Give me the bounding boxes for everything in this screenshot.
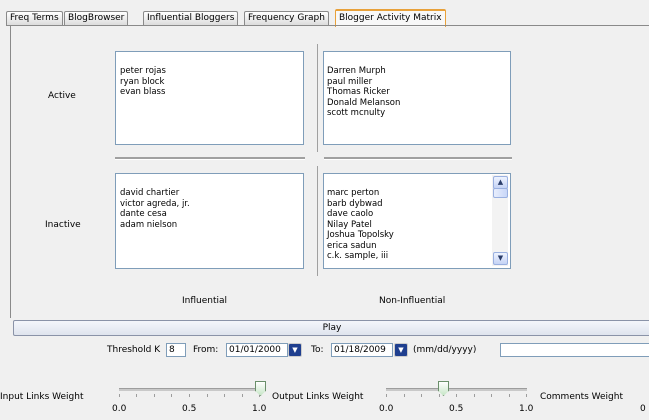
tab-freq-terms[interactable]: Freq Terms xyxy=(6,11,63,25)
play-button[interactable]: Play xyxy=(13,320,649,336)
list-item[interactable]: c.k. sample, iii xyxy=(327,251,510,262)
comments-weight-label: Comments Weight xyxy=(540,392,623,402)
output-links-weight-label: Output Links Weight xyxy=(272,392,364,402)
slider-tick-label: 0.5 xyxy=(449,404,464,414)
input-links-weight-slider-thumb[interactable] xyxy=(255,381,266,396)
vertical-separator-bottom xyxy=(317,166,318,276)
slider-tick-label: 0 xyxy=(640,404,646,414)
inactive-influential-list[interactable]: david chartier victor agreda, jr. dante … xyxy=(115,173,304,269)
list-item[interactable]: marc perton xyxy=(327,188,510,199)
column-label-influential: Influential xyxy=(182,296,228,306)
row-label-inactive: Inactive xyxy=(45,220,81,230)
threshold-input[interactable]: 8 xyxy=(166,343,186,357)
list-item[interactable]: Darren Murph xyxy=(327,66,510,77)
slider-tick xyxy=(119,394,120,397)
list-item[interactable]: erica sadun xyxy=(327,241,510,252)
list-item[interactable]: evan blass xyxy=(120,87,303,98)
list-item[interactable]: ryan block xyxy=(120,77,303,88)
list-item[interactable]: Thomas Ricker xyxy=(327,87,510,98)
scroll-down-icon[interactable]: ▼ xyxy=(493,252,508,265)
date-format-hint: (mm/dd/yyyy) xyxy=(413,345,477,355)
slider-tick-label: 1.0 xyxy=(519,404,534,414)
to-label: To: xyxy=(311,345,324,355)
slider-tick-label: 0.0 xyxy=(112,404,127,414)
list-item[interactable]: Joshua Topolsky xyxy=(327,230,510,241)
row-label-active: Active xyxy=(48,91,76,101)
slider-tick xyxy=(189,394,190,397)
slider-tick xyxy=(439,394,440,397)
list-item[interactable]: victor agreda, jr. xyxy=(120,199,303,210)
list-item[interactable]: dante cesa xyxy=(120,209,303,220)
list-item[interactable]: scott mcnulty xyxy=(327,108,510,119)
slider-tick xyxy=(154,394,155,397)
slider-tick xyxy=(171,394,172,397)
slider-tick xyxy=(242,394,243,397)
list-item[interactable]: dave caolo xyxy=(327,209,510,220)
calendar-dropdown-icon[interactable]: ▼ xyxy=(288,343,302,357)
slider-tick xyxy=(456,394,457,397)
list-item[interactable]: david chartier xyxy=(120,188,303,199)
slider-tick xyxy=(207,394,208,397)
output-links-weight-slider[interactable] xyxy=(386,388,527,391)
slider-tick xyxy=(491,394,492,397)
slider-tick xyxy=(509,394,510,397)
from-date-input[interactable]: 01/01/2000 xyxy=(226,343,288,357)
slider-tick xyxy=(421,394,422,397)
horizontal-separator-left xyxy=(115,157,305,160)
slider-tick-label: 0.5 xyxy=(182,404,197,414)
calendar-dropdown-icon[interactable]: ▼ xyxy=(394,343,408,357)
list-item[interactable]: paul miller xyxy=(327,77,510,88)
column-label-non-influential: Non-Influential xyxy=(379,296,446,306)
tab-blogbrowser[interactable]: BlogBrowser xyxy=(64,11,129,25)
inactive-noninfluential-list[interactable]: marc perton barb dybwad dave caolo Nilay… xyxy=(323,173,511,269)
list-item[interactable]: Donald Melanson xyxy=(327,98,510,109)
list-item[interactable]: adam nielson xyxy=(120,220,303,231)
list-item[interactable]: Nilay Patel xyxy=(327,220,510,231)
slider-tick xyxy=(224,394,225,397)
threshold-label: Threshold K xyxy=(107,345,161,355)
vertical-separator-top xyxy=(317,44,318,152)
tab-frequency-graph[interactable]: Frequency Graph xyxy=(244,11,329,25)
slider-tick xyxy=(474,394,475,397)
scrollbar-thumb[interactable] xyxy=(493,188,508,198)
slider-tick xyxy=(136,394,137,397)
from-label: From: xyxy=(193,345,219,355)
tab-influential-bloggers[interactable]: Influential Bloggers xyxy=(143,11,239,25)
active-noninfluential-list[interactable]: Darren Murph paul miller Thomas Ricker D… xyxy=(323,51,511,145)
slider-tick-label: 0.0 xyxy=(379,404,394,414)
search-input[interactable] xyxy=(500,343,649,357)
slider-tick xyxy=(404,394,405,397)
slider-tick xyxy=(386,394,387,397)
to-date-input[interactable]: 01/18/2009 xyxy=(331,343,393,357)
list-item[interactable]: barb dybwad xyxy=(327,199,510,210)
input-links-weight-slider[interactable] xyxy=(119,388,260,391)
slider-tick-label: 1.0 xyxy=(252,404,267,414)
input-links-weight-label: Input Links Weight xyxy=(0,392,84,402)
list-item[interactable]: peter rojas xyxy=(120,66,303,77)
active-influential-list[interactable]: peter rojas ryan block evan blass xyxy=(115,51,304,145)
vertical-scrollbar[interactable]: ▲ ▼ xyxy=(492,175,508,266)
slider-tick xyxy=(526,394,527,397)
horizontal-separator-right xyxy=(324,157,512,160)
blogger-activity-matrix-panel: Active Inactive peter rojas ryan block e… xyxy=(10,26,649,318)
